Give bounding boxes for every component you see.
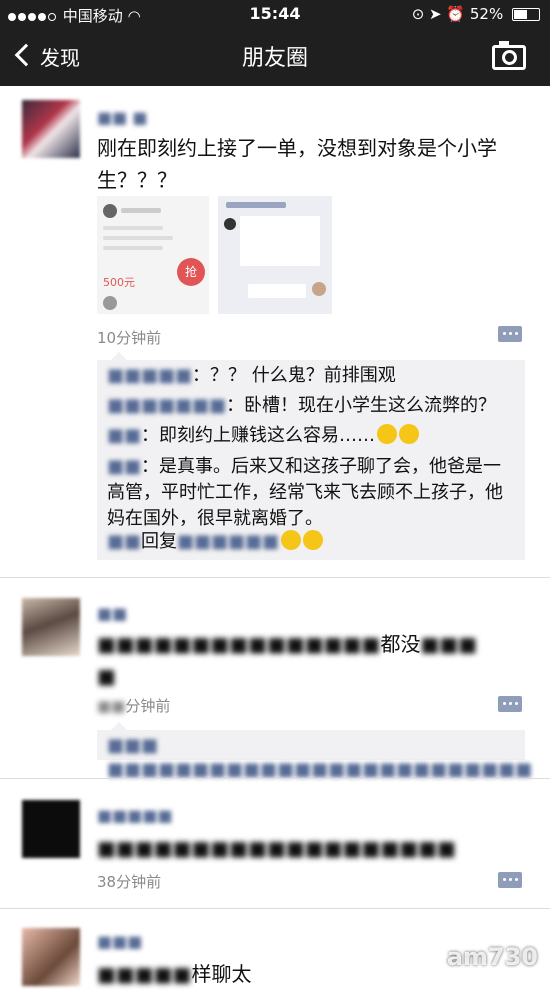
status-right: ⊙ ➤ ⏰ 52% [412, 5, 540, 23]
comment[interactable]: ■■■ ■■■■■■■■■■■■■■■■■■■■■■■■■ [107, 734, 532, 782]
divider [0, 778, 550, 779]
avatar[interactable] [22, 598, 80, 656]
comment[interactable]: ■■：是真事。后来又和这孩子聊了会，他爸是一高管，平时忙工作，经常飞来飞去顾不上… [107, 454, 517, 532]
battery-label: 52% [469, 5, 504, 23]
comment[interactable]: ■■■■■■■：卧槽！现在小学生这么流弊的？ [107, 394, 517, 418]
post-time: ■■分钟前 [97, 697, 171, 715]
post-text: ■■■■■■■■■■■■■■■都没■■■ ■ [97, 632, 478, 688]
post-image-1[interactable]: 抢 500元 [97, 196, 209, 314]
laugh-emoji-icon [377, 424, 398, 444]
price-label: 500元 [103, 276, 135, 289]
divider [0, 908, 550, 909]
avatar[interactable] [22, 800, 80, 858]
more-options-icon[interactable] [498, 326, 522, 342]
post-author[interactable]: ■■■■■ [97, 806, 173, 825]
location-icon: ➤ [429, 5, 442, 23]
laugh-emoji-icon [399, 424, 420, 444]
comment-panel: ■■■ ■■■■■■■■■■■■■■■■■■■■■■■■■ [97, 722, 532, 780]
grab-button: 抢 [177, 258, 205, 286]
status-bar: 中国移动 ◠ 15:44 ⊙ ➤ ⏰ 52% [0, 0, 550, 28]
top-bar: 中国移动 ◠ 15:44 ⊙ ➤ ⏰ 52% 发现 朋友圈 [0, 0, 550, 86]
comment[interactable]: ■■：即刻约上赚钱这么容易…… [107, 424, 517, 448]
emoji-icon [281, 530, 302, 550]
post-image-2[interactable] [218, 196, 332, 314]
post-author[interactable]: ■■ [97, 604, 127, 623]
nav-bar: 发现 朋友圈 [0, 28, 550, 86]
lock-icon: ⊙ [411, 5, 425, 23]
more-options-icon[interactable] [498, 696, 522, 712]
post-author[interactable]: ■■■ [97, 932, 142, 951]
post-text: 刚在即刻约上接了一单，没想到对象是个小学生？？？ [97, 136, 497, 192]
alarm-icon: ⏰ [446, 5, 466, 23]
battery-icon [512, 8, 540, 21]
comment[interactable]: ■■■■■：？？ 什么鬼？前排围观 [107, 364, 517, 388]
more-options-icon[interactable] [498, 872, 522, 888]
emoji-icon [303, 530, 324, 550]
post-author[interactable]: ■■ ■ [97, 108, 147, 127]
page-title: 朋友圈 [241, 46, 308, 71]
avatar[interactable] [22, 100, 80, 158]
camera-icon[interactable] [492, 41, 526, 70]
comment-panel: ■■■■■：？？ 什么鬼？前排围观 ■■■■■■■：卧槽！现在小学生这么流弊的？… [97, 352, 525, 560]
post-text: ■■■■■■■■■■■■■■■■■■■ [97, 836, 457, 860]
watermark: am730 [446, 943, 538, 971]
comment[interactable]: ■■回复■■■■■■ [107, 530, 517, 554]
divider [0, 577, 550, 578]
post-time: 38分钟前 [97, 873, 162, 891]
avatar[interactable] [22, 928, 80, 986]
post-time: 10分钟前 [97, 329, 162, 347]
